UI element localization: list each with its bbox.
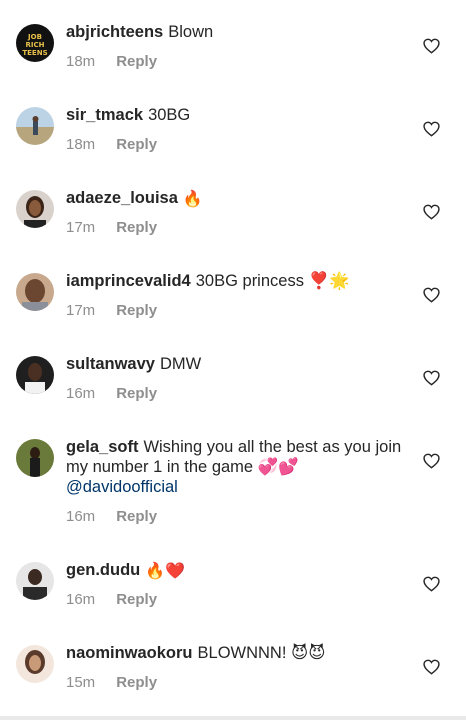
avatar[interactable] [16,439,54,477]
heart-outline-icon[interactable] [423,370,440,386]
comment-text: adaeze_louisa 🔥 [66,188,402,208]
comment-message: DMW [159,355,202,373]
bottom-divider [0,716,466,720]
comment-username[interactable]: gela_soft [66,438,138,456]
avatar[interactable] [16,190,54,228]
comment-text: sir_tmack 30BG [66,105,402,125]
comment-message: 🔥❤️ [145,563,186,580]
comment-meta: 16m Reply [66,508,157,525]
comment-message: 30BG [148,106,191,124]
comment-meta: 17m Reply [66,219,157,236]
comment-text: naominwaokoru BLOWNNN! 😈😈 [66,643,402,663]
avatar[interactable] [16,107,54,145]
reply-button[interactable]: Reply [116,674,157,691]
avatar[interactable]: JOB RICH TEENS [16,24,54,62]
comment-time: 15m [66,674,96,691]
heart-outline-icon[interactable] [423,659,440,675]
comment-meta: 15m Reply [66,674,157,691]
comment-time: 17m [66,219,96,236]
comment-username[interactable]: gen.dudu [66,561,140,579]
heart-outline-icon[interactable] [423,204,440,220]
comment-text: gen.dudu 🔥❤️ [66,560,402,580]
comment-message: Blown [168,23,214,41]
mention-link[interactable]: @davidoofficial [66,478,178,496]
svg-text:RICH: RICH [26,41,45,49]
comment-meta: 17m Reply [66,302,157,319]
comment-time: 16m [66,385,96,402]
comment-username[interactable]: abjrichteens [66,23,163,41]
comment-text: iamprincevalid4 30BG princess ❣️🌟 [66,271,402,291]
heart-outline-icon[interactable] [423,121,440,137]
heart-outline-icon[interactable] [423,453,440,469]
comment-username[interactable]: sir_tmack [66,106,143,124]
reply-button[interactable]: Reply [116,136,157,153]
reply-button[interactable]: Reply [116,219,157,236]
comment-text: abjrichteens Blown [66,22,402,42]
svg-text:TEENS: TEENS [22,49,47,57]
avatar[interactable] [16,273,54,311]
avatar[interactable] [16,645,54,683]
comment-message: 30BG princess ❣️🌟 [195,272,350,290]
reply-button[interactable]: Reply [116,591,157,608]
comment-time: 16m [66,508,96,525]
comment-time: 17m [66,302,96,319]
comment-time: 16m [66,591,96,608]
comment-text: sultanwavy DMW [66,354,402,374]
avatar[interactable] [16,356,54,394]
heart-outline-icon[interactable] [423,38,440,54]
comment-meta: 18m Reply [66,53,157,70]
comment-meta: 16m Reply [66,385,157,402]
comment-username[interactable]: naominwaokoru [66,644,193,662]
comment-text: gela_soft Wishing you all the best as you… [66,437,402,497]
avatar-logo-text: JOB [27,33,42,41]
comment-time: 18m [66,136,96,153]
comment-meta: 18m Reply [66,136,157,153]
heart-outline-icon[interactable] [423,576,440,592]
reply-button[interactable]: Reply [116,53,157,70]
comment-message: 🔥 [182,191,203,208]
comment-meta: 16m Reply [66,591,157,608]
comment-username[interactable]: adaeze_louisa [66,189,178,207]
reply-button[interactable]: Reply [116,508,157,525]
comment-message: BLOWNNN! 😈😈 [197,644,326,662]
comment-username[interactable]: iamprincevalid4 [66,272,191,290]
avatar[interactable] [16,562,54,600]
comment-username[interactable]: sultanwavy [66,355,155,373]
comment-time: 18m [66,53,96,70]
reply-button[interactable]: Reply [116,302,157,319]
heart-outline-icon[interactable] [423,287,440,303]
reply-button[interactable]: Reply [116,385,157,402]
